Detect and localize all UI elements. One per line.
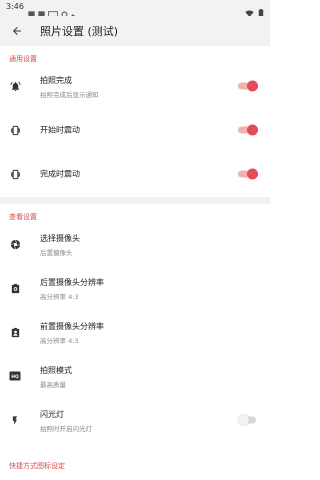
setting-subtitle: 最高质量 xyxy=(40,381,66,389)
camera-front-icon xyxy=(9,326,21,338)
setting-title: 前置摄像头分辨率 xyxy=(40,322,104,331)
svg-text:HQ: HQ xyxy=(11,374,19,380)
capture-complete-toggle[interactable] xyxy=(238,80,258,92)
setting-subtitle: 拍照时开启闪光灯 xyxy=(40,425,92,433)
setting-select-camera[interactable]: 选择摄像头 后置摄像头 xyxy=(0,222,270,266)
general-settings-card: 通用设置 拍照完成 拍照完成后显示通知 开始时震动 完成时震动 xyxy=(0,46,270,197)
settings-list: 通用设置 拍照完成 拍照完成后显示通知 开始时震动 完成时震动 查看设置 选择摄… xyxy=(0,46,270,480)
view-settings-card: 查看设置 选择摄像头 后置摄像头 后置摄像头分辨率 高分辨率 4:3 前置摄像头… xyxy=(0,204,270,480)
section-title-general: 通用设置 xyxy=(9,55,37,63)
vibration-icon xyxy=(9,124,21,136)
vibrate-start-toggle[interactable] xyxy=(238,124,258,136)
status-bar: 3:46 xyxy=(0,0,270,18)
bell-ring-icon xyxy=(9,80,21,92)
setting-flash[interactable]: 闪光灯 拍照时开启闪光灯 xyxy=(0,398,270,442)
arrow-back-icon xyxy=(13,27,21,35)
camera-rear-icon xyxy=(9,282,21,294)
app-bar: 照片设置 (测试) xyxy=(0,16,270,46)
setting-rear-resolution[interactable]: 后置摄像头分辨率 高分辨率 4:3 xyxy=(0,266,270,310)
setting-vibrate-start[interactable]: 开始时震动 xyxy=(0,108,270,152)
section-title-view: 查看设置 xyxy=(9,213,37,221)
setting-subtitle: 拍照完成后显示通知 xyxy=(40,91,99,99)
back-button[interactable] xyxy=(8,22,26,40)
setting-title: 拍照完成 xyxy=(40,76,72,85)
setting-title: 闪光灯 xyxy=(40,410,64,419)
setting-title: 开始时震动 xyxy=(40,125,80,135)
setting-subtitle: 高分辨率 4:3 xyxy=(40,337,79,345)
section-title-shortcut: 快捷方式图标设定 xyxy=(9,462,65,470)
setting-capture-complete[interactable]: 拍照完成 拍照完成后显示通知 xyxy=(0,64,270,108)
setting-capture-mode[interactable]: HQ 拍照模式 最高质量 xyxy=(0,354,270,398)
setting-title: 完成时震动 xyxy=(40,169,80,179)
flash-icon xyxy=(9,414,21,426)
flash-toggle[interactable] xyxy=(238,414,258,426)
status-time: 3:46 xyxy=(6,2,24,11)
setting-title: 拍照模式 xyxy=(40,366,72,375)
setting-title: 选择摄像头 xyxy=(40,234,80,243)
vibration-icon xyxy=(9,168,21,180)
setting-front-resolution[interactable]: 前置摄像头分辨率 高分辨率 4:3 xyxy=(0,310,270,354)
setting-subtitle: 高分辨率 4:3 xyxy=(40,293,79,301)
vibrate-finish-toggle[interactable] xyxy=(238,168,258,180)
page-title: 照片设置 (测试) xyxy=(40,25,119,38)
setting-subtitle: 后置摄像头 xyxy=(40,249,73,257)
shortcut-settings-card: 快捷方式图标设定 xyxy=(0,452,270,480)
hq-icon: HQ xyxy=(9,370,21,382)
setting-vibrate-finish[interactable]: 完成时震动 xyxy=(0,152,270,196)
setting-title: 后置摄像头分辨率 xyxy=(40,278,104,287)
camera-aperture-icon xyxy=(9,238,21,250)
